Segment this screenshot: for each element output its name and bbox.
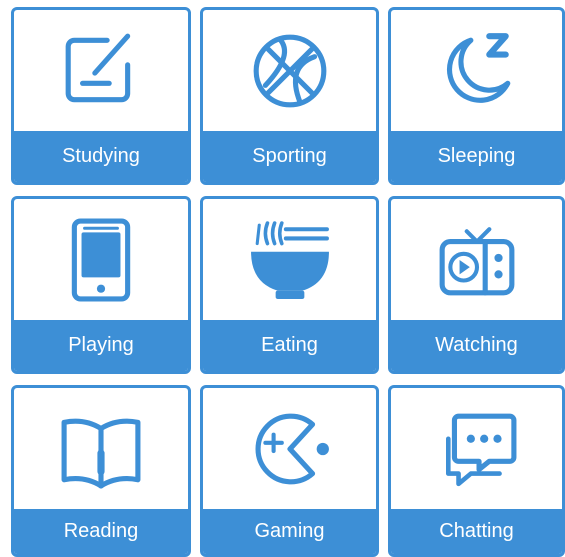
basketball-icon [203, 10, 376, 131]
tile-label: Playing [14, 320, 188, 371]
chat-bubbles-icon [391, 388, 562, 509]
tile-eating[interactable]: Eating [200, 196, 379, 374]
tile-studying[interactable]: Studying [11, 7, 191, 185]
tile-reading[interactable]: Reading [11, 385, 191, 557]
notepad-pencil-icon [14, 10, 188, 131]
tile-label: Sporting [203, 131, 376, 182]
tile-sporting[interactable]: Sporting [200, 7, 379, 185]
tile-gaming[interactable]: Gaming [200, 385, 379, 557]
pacman-icon [203, 388, 376, 509]
tile-label: Eating [203, 320, 376, 371]
activity-grid: Studying Sporting Sleeping Playing Eatin… [0, 0, 565, 557]
moon-z-icon [391, 10, 562, 131]
tablet-icon [14, 199, 188, 320]
noodle-bowl-icon [203, 199, 376, 320]
tile-sleeping[interactable]: Sleeping [388, 7, 565, 185]
tv-play-icon [391, 199, 562, 320]
tile-label: Sleeping [391, 131, 562, 182]
tile-label: Watching [391, 320, 562, 371]
tile-playing[interactable]: Playing [11, 196, 191, 374]
tile-label: Gaming [203, 509, 376, 554]
tile-watching[interactable]: Watching [388, 196, 565, 374]
tile-chatting[interactable]: Chatting [388, 385, 565, 557]
tile-label: Chatting [391, 509, 562, 554]
tile-label: Studying [14, 131, 188, 182]
open-book-icon [14, 388, 188, 509]
tile-label: Reading [14, 509, 188, 554]
